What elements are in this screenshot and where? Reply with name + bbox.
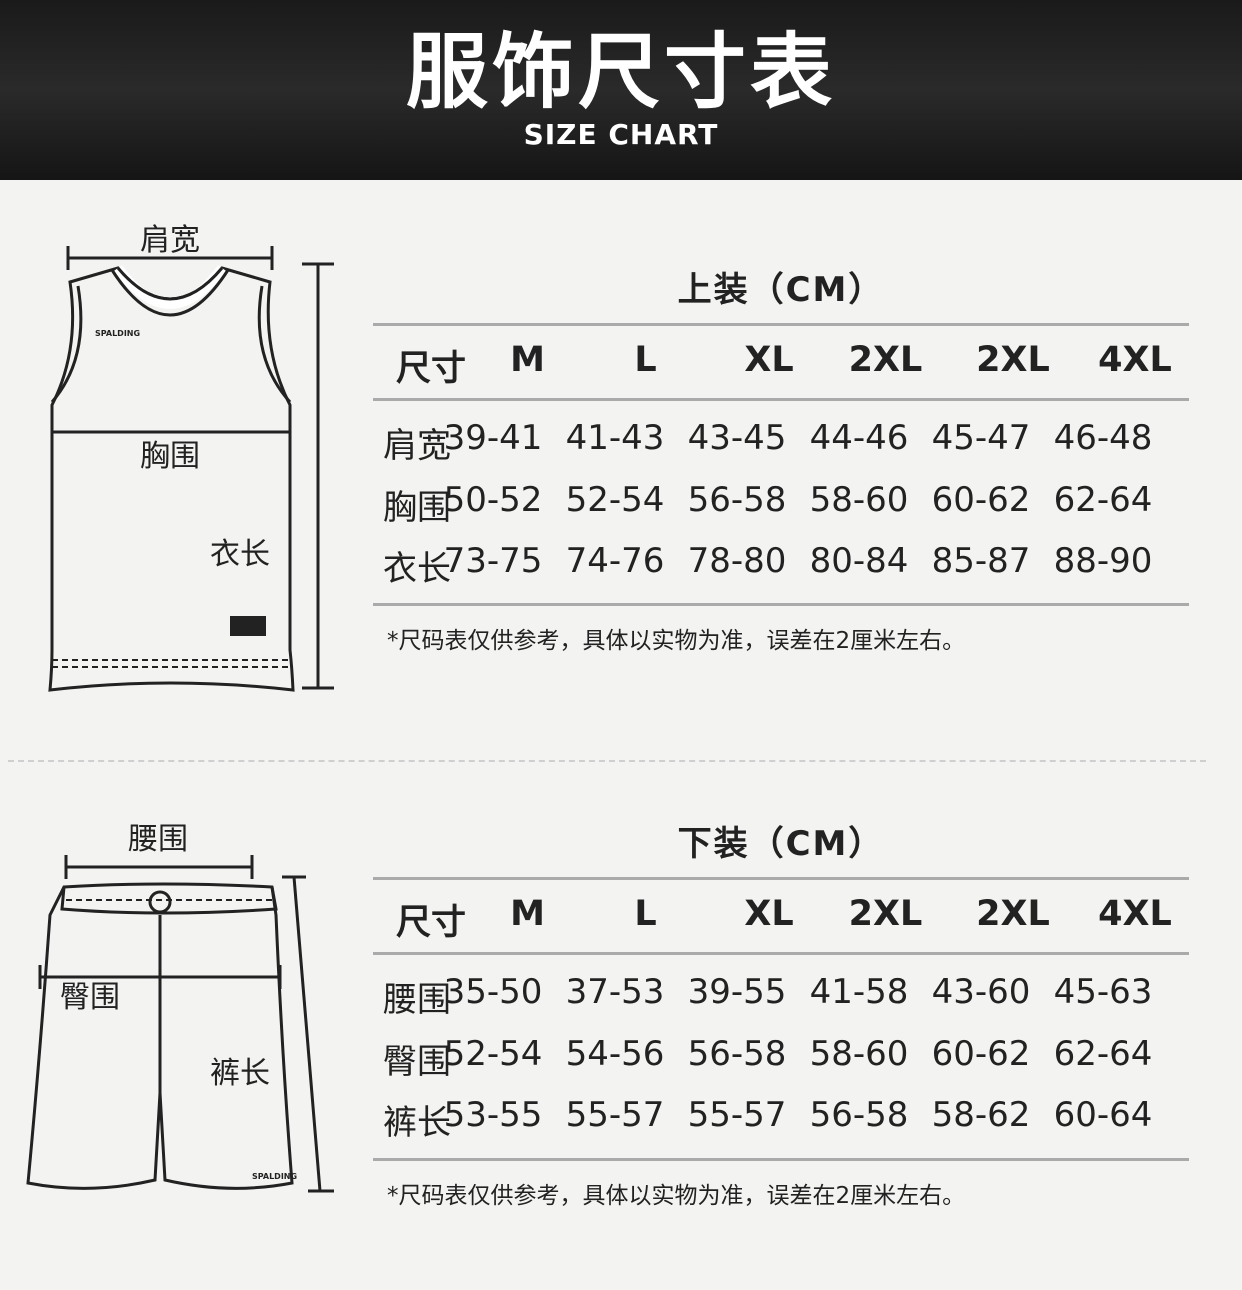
label-length: 衣长: [210, 537, 270, 572]
table-cell: 41-58: [809, 972, 909, 1012]
table-cell: 41-43: [565, 418, 665, 458]
table-cell: 55-57: [565, 1095, 665, 1135]
label-chest: 胸围: [140, 439, 200, 474]
bottom-table-title: 下装（CM）: [677, 824, 885, 864]
column-header: 2XL: [848, 340, 923, 380]
column-header-size: 尺寸: [395, 903, 466, 943]
table-cell: 60-64: [1053, 1095, 1153, 1135]
jersey-brand-logo: SPALDING: [95, 329, 140, 338]
table-cell: 44-46: [809, 418, 909, 458]
column-header: 2XL: [976, 340, 1050, 380]
label-length: 裤长: [210, 1056, 270, 1091]
table-cell: 62-64: [1053, 1034, 1153, 1074]
column-header: 2XL: [976, 894, 1050, 934]
table-cell: 62-64: [1053, 480, 1153, 520]
table-cell: 74-76: [565, 541, 665, 581]
bottom-size-table: 下装（CM） 尺寸 M L XL 2XL 2XL 4XL 腰围 35-50 37-53 39-55 4…: [373, 812, 1189, 1209]
column-header: 4XL: [1098, 340, 1172, 380]
bottom-table-note: *尺码表仅供参考，具体以实物为准，误差在2厘米左右。: [387, 1183, 966, 1209]
table-cell: 58-60: [809, 480, 909, 520]
table-cell: 45-63: [1053, 972, 1153, 1012]
table-cell: 35-50: [443, 972, 543, 1012]
shorts-illustration: SPALDING 腰围 臀围 裤长: [26, 822, 334, 1193]
section-divider: [8, 760, 1206, 762]
table-rule: [373, 952, 1189, 955]
table-cell: 60-62: [931, 480, 1031, 520]
table-cell: 85-87: [931, 541, 1031, 581]
table-cell: 39-41: [443, 418, 543, 458]
table-rule: [373, 1158, 1189, 1161]
label-shoulder: 肩宽: [140, 223, 200, 258]
label-hip: 臀围: [60, 980, 120, 1015]
shorts-brand-logo: SPALDING: [252, 1172, 297, 1181]
jersey-illustration: SPALDING 肩宽 胸围 衣长: [48, 223, 334, 692]
table-cell: 58-62: [931, 1095, 1031, 1135]
table-cell: 52-54: [443, 1034, 543, 1074]
table-rule: [373, 603, 1189, 606]
column-header: M: [510, 340, 545, 380]
table-cell: 55-57: [687, 1095, 787, 1135]
table-cell: 52-54: [565, 480, 665, 520]
table-cell: 53-55: [443, 1095, 543, 1135]
top-table-title: 上装（CM）: [677, 270, 885, 310]
table-rule: [373, 877, 1189, 880]
table-cell: 43-60: [931, 972, 1031, 1012]
column-header: XL: [744, 340, 794, 380]
jersey-tag: [230, 616, 266, 636]
table-cell: 45-47: [931, 418, 1031, 458]
table-cell: 88-90: [1053, 541, 1153, 581]
table-cell: 50-52: [443, 480, 543, 520]
table-cell: 54-56: [565, 1034, 665, 1074]
table-rule: [373, 323, 1189, 326]
page-subtitle: SIZE CHART: [523, 118, 719, 151]
table-cell: 73-75: [443, 541, 543, 581]
table-cell: 43-45: [687, 418, 787, 458]
table-cell: 46-48: [1053, 418, 1153, 458]
table-cell: 80-84: [809, 541, 909, 581]
label-waist: 腰围: [128, 822, 188, 857]
column-header-size: 尺寸: [395, 349, 466, 389]
top-size-table: 上装（CM） 尺寸 M L XL 2XL 2XL 4XL 肩宽 39-41 41-43 43-45 4…: [373, 258, 1189, 654]
table-cell: 56-58: [687, 1034, 787, 1074]
column-header: 4XL: [1098, 894, 1172, 934]
table-cell: 56-58: [687, 480, 787, 520]
column-header: XL: [744, 894, 794, 934]
length-measure-line: [292, 876, 322, 1192]
column-header: L: [634, 340, 657, 380]
table-rule: [373, 398, 1189, 401]
top-table-note: *尺码表仅供参考，具体以实物为准，误差在2厘米左右。: [387, 628, 966, 654]
table-cell: 78-80: [687, 541, 787, 581]
column-header: L: [634, 894, 657, 934]
header-banner: 服饰尺寸表 SIZE CHART: [0, 0, 1242, 180]
table-cell: 60-62: [931, 1034, 1031, 1074]
column-header: M: [510, 894, 545, 934]
table-cell: 58-60: [809, 1034, 909, 1074]
page-title: 服饰尺寸表: [405, 25, 836, 120]
column-header: 2XL: [848, 894, 923, 934]
table-cell: 56-58: [809, 1095, 909, 1135]
table-cell: 37-53: [565, 972, 665, 1012]
table-cell: 39-55: [687, 972, 787, 1012]
